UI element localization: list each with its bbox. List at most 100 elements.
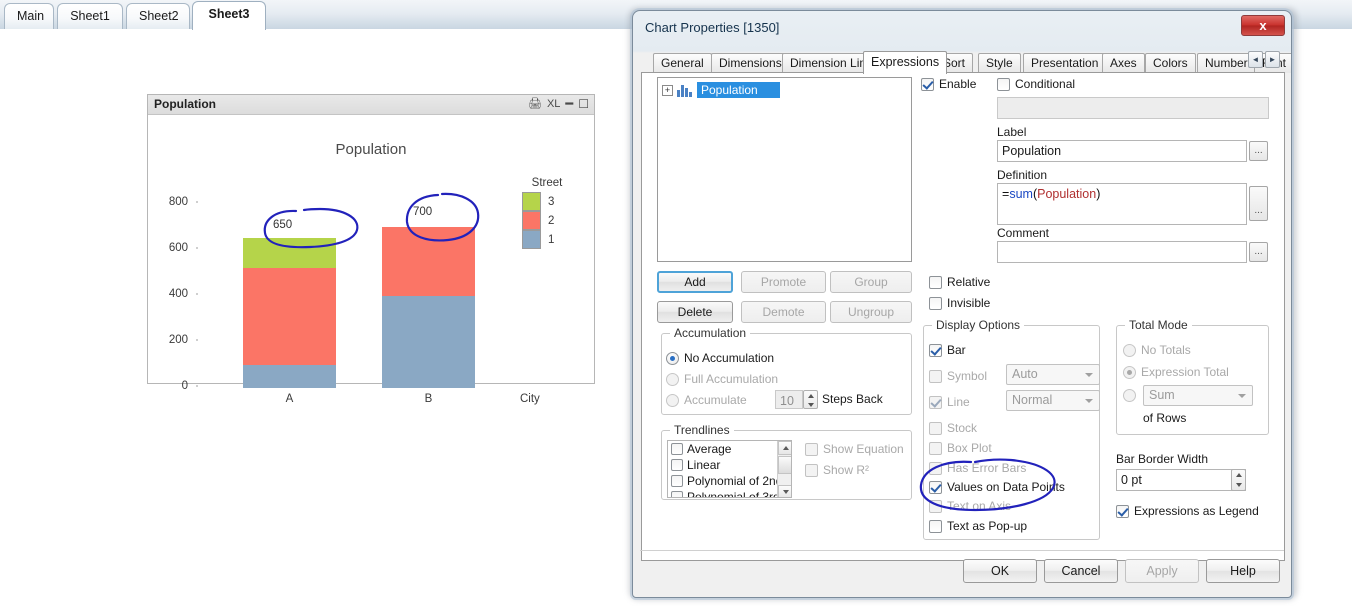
tab-style[interactable]: Style: [978, 53, 1021, 73]
chevron-down-icon: [1085, 373, 1093, 377]
expression-tree-list[interactable]: + Population: [657, 77, 912, 262]
checkbox-indicator[interactable]: [929, 343, 942, 357]
apply-button: Apply: [1125, 559, 1199, 583]
checkbox-indicator[interactable]: [671, 491, 683, 497]
scroll-up-icon[interactable]: [778, 441, 791, 455]
tab-number[interactable]: Number: [1197, 53, 1256, 73]
chart-legend: Street 3 2 1: [522, 177, 586, 249]
x-axis-title: City: [520, 393, 540, 405]
comment-input[interactable]: [997, 241, 1247, 263]
bar-category-b[interactable]: [382, 227, 475, 388]
symbol-combo-value: Auto: [1012, 367, 1038, 381]
checkbox-label: Bar: [947, 343, 966, 357]
checkbox-indicator[interactable]: [671, 443, 683, 455]
trendlines-scrollbar[interactable]: [777, 441, 791, 497]
checkbox-label: Expressions as Legend: [1134, 504, 1259, 518]
radio-full-accumulation[interactable]: Full Accumulation: [666, 372, 778, 386]
sheet-tab-main[interactable]: Main: [4, 3, 54, 30]
checkbox-indicator[interactable]: [671, 475, 683, 487]
text-on-axis-checkbox: Text on Axis: [929, 499, 1011, 513]
definition-input[interactable]: =sum(Population): [997, 183, 1247, 225]
radio-label: Expression Total: [1141, 365, 1229, 379]
print-icon[interactable]: 🖨: [528, 98, 542, 110]
checkbox-indicator[interactable]: [997, 77, 1010, 91]
checkbox-indicator[interactable]: [929, 296, 942, 310]
expression-tree-item[interactable]: + Population: [662, 82, 780, 98]
ok-button[interactable]: OK: [963, 559, 1037, 583]
legend-item[interactable]: 3: [522, 192, 586, 211]
label-browse-button[interactable]: ...: [1249, 141, 1268, 161]
scrollbar-thumb[interactable]: [778, 456, 791, 474]
checkbox-indicator[interactable]: [921, 77, 934, 91]
radio-accumulate[interactable]: Accumulate: [666, 393, 747, 407]
expressions-as-legend-checkbox[interactable]: Expressions as Legend: [1116, 504, 1259, 518]
tab-axes[interactable]: Axes: [1102, 53, 1145, 73]
bar-border-width-input[interactable]: 0 pt: [1116, 469, 1246, 491]
checkbox-indicator[interactable]: [671, 459, 683, 471]
trendlines-group-label: Trendlines: [670, 423, 734, 437]
checkbox-indicator[interactable]: [929, 519, 942, 533]
radio-label: No Totals: [1141, 343, 1191, 357]
relative-checkbox[interactable]: Relative: [929, 275, 990, 289]
scroll-down-icon[interactable]: [778, 485, 791, 497]
sheet-tab-sheet1[interactable]: Sheet1: [57, 3, 123, 30]
definition-browse-button[interactable]: ...: [1249, 186, 1268, 221]
checkbox-indicator[interactable]: [1116, 504, 1129, 518]
delete-button[interactable]: Delete: [657, 301, 733, 323]
expression-tree-item-label: Population: [697, 82, 780, 98]
checkbox-label: Enable: [939, 77, 977, 91]
steps-back-stepper[interactable]: [803, 390, 818, 409]
chart-plot-area: Population 800 600 400 200 0 650 700 A B…: [148, 115, 594, 405]
trendline-item-average[interactable]: Average: [668, 441, 791, 457]
enable-checkbox[interactable]: Enable: [921, 77, 976, 91]
legend-swatch-2: [522, 211, 541, 230]
tab-dimensions[interactable]: Dimensions: [711, 53, 790, 73]
tab-presentation[interactable]: Presentation: [1023, 53, 1107, 73]
values-on-data-points-checkbox[interactable]: Values on Data Points: [929, 480, 1065, 494]
radio-indicator[interactable]: [666, 393, 679, 407]
help-button[interactable]: Help: [1206, 559, 1280, 583]
maximize-icon[interactable]: ☐: [578, 98, 589, 110]
text-as-popup-checkbox[interactable]: Text as Pop-up: [929, 519, 1027, 533]
minimize-icon[interactable]: ━: [565, 97, 573, 110]
legend-item[interactable]: 2: [522, 211, 586, 230]
radio-indicator[interactable]: [666, 372, 679, 386]
checkbox-indicator: [929, 441, 942, 455]
bar-category-a[interactable]: [243, 238, 336, 388]
show-r2-checkbox: Show R²: [805, 463, 869, 477]
close-icon[interactable]: x: [1241, 15, 1285, 36]
aggregation-combo-value: Sum: [1149, 388, 1175, 402]
legend-item[interactable]: 1: [522, 230, 586, 249]
radio-indicator[interactable]: [666, 351, 679, 365]
trendline-item-linear[interactable]: Linear: [668, 457, 791, 473]
tab-expressions[interactable]: Expressions: [863, 51, 948, 74]
cancel-button[interactable]: Cancel: [1044, 559, 1118, 583]
add-button[interactable]: Add: [657, 271, 733, 293]
legend-swatch-1: [522, 230, 541, 249]
footer-divider: [640, 550, 1284, 551]
bar-border-width-stepper[interactable]: [1231, 469, 1246, 491]
checkbox-indicator[interactable]: [929, 480, 942, 494]
dialog-title-bar[interactable]: Chart Properties [1350] x: [633, 11, 1291, 47]
invisible-checkbox[interactable]: Invisible: [929, 296, 990, 310]
conditional-checkbox[interactable]: Conditional: [997, 77, 1075, 91]
steps-back-input[interactable]: 10: [775, 390, 803, 409]
excel-export-icon[interactable]: XL: [547, 98, 560, 110]
definition-argument: Population: [1037, 187, 1097, 201]
sheet-tab-sheet3[interactable]: Sheet3: [192, 1, 266, 30]
expand-icon[interactable]: +: [662, 84, 673, 96]
label-input[interactable]: Population: [997, 140, 1247, 162]
trendlines-list[interactable]: Average Linear Polynomial of 2nd d Polyn…: [667, 440, 792, 498]
tab-scroll-left-icon[interactable]: ◄: [1248, 51, 1263, 68]
conditional-input[interactable]: [997, 97, 1269, 119]
trendline-item-poly3[interactable]: Polynomial of 3rd d: [668, 489, 791, 497]
sheet-tab-sheet2[interactable]: Sheet2: [126, 3, 190, 30]
tab-scroll-right-icon[interactable]: ►: [1265, 51, 1280, 68]
checkbox-indicator[interactable]: [929, 275, 942, 289]
trendline-item-poly2[interactable]: Polynomial of 2nd d: [668, 473, 791, 489]
comment-browse-button[interactable]: ...: [1249, 242, 1268, 262]
tab-general[interactable]: General: [653, 53, 712, 73]
bar-checkbox[interactable]: Bar: [929, 343, 966, 357]
radio-no-accumulation[interactable]: No Accumulation: [666, 351, 774, 365]
tab-colors[interactable]: Colors: [1145, 53, 1196, 73]
